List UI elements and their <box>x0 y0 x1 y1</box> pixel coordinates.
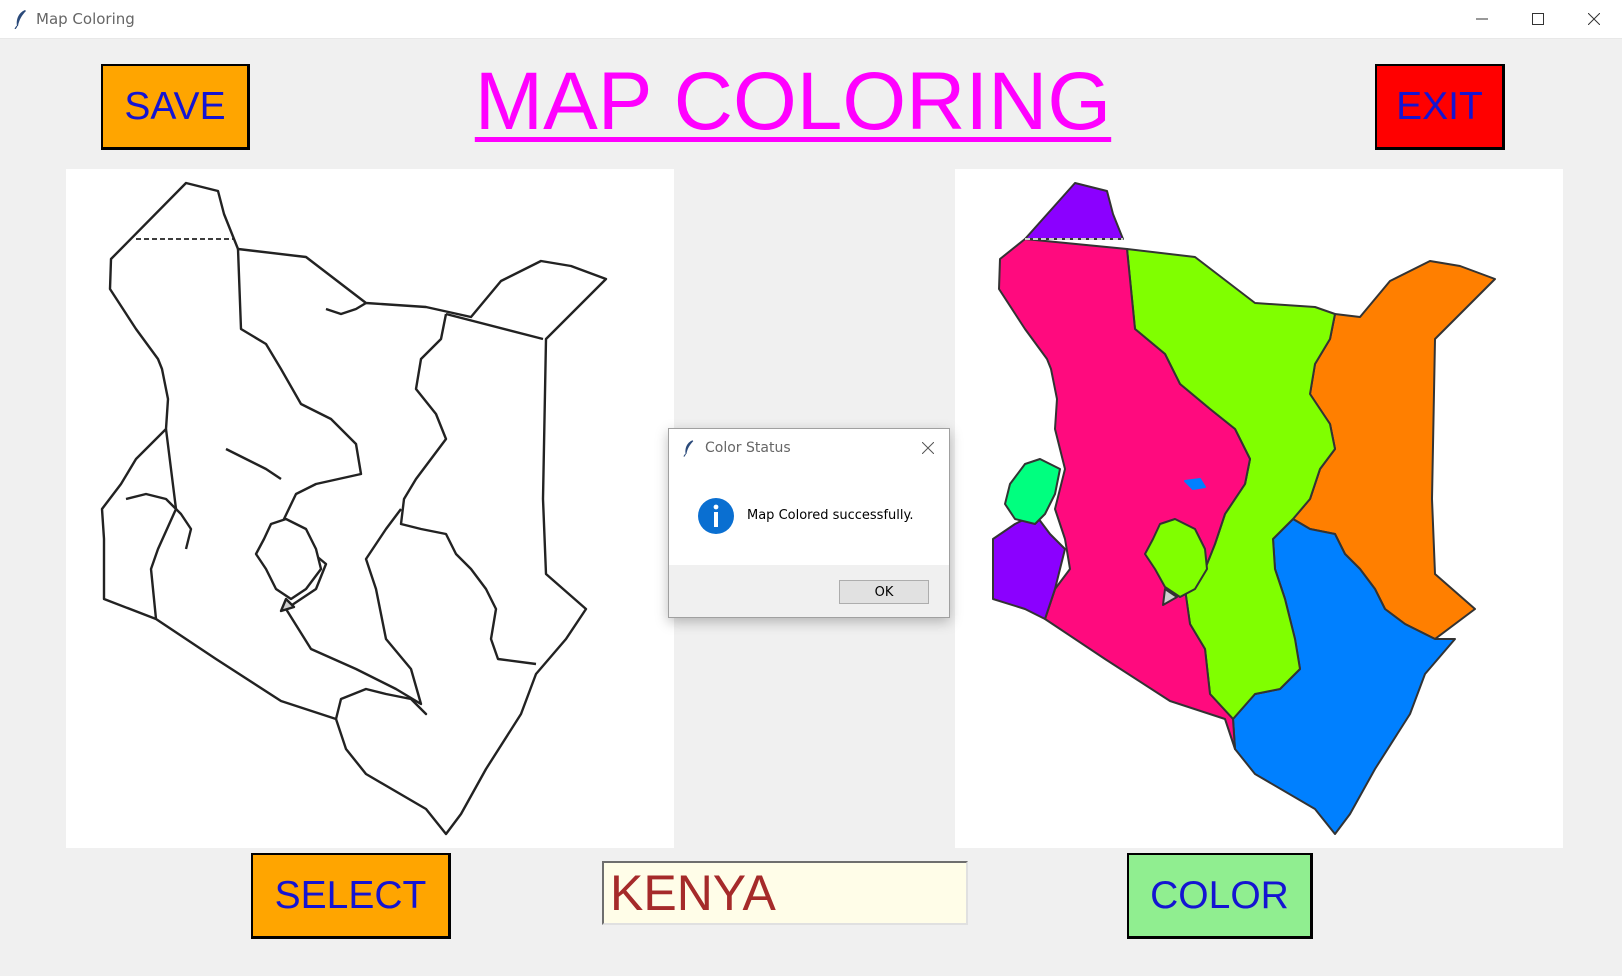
colored-map-panel <box>955 169 1563 848</box>
dialog-message: Map Colored successfully. <box>747 508 914 523</box>
minimize-button[interactable] <box>1454 0 1510 38</box>
kenya-outline-map <box>100 181 608 836</box>
maximize-button[interactable] <box>1510 0 1566 38</box>
title-bar: Map Coloring <box>0 0 1622 39</box>
dialog-title: Color Status <box>705 440 791 456</box>
info-icon <box>698 498 734 534</box>
close-icon <box>1588 13 1600 25</box>
page-title: MAP COLORING <box>474 56 1112 147</box>
dialog-close-button[interactable] <box>917 437 939 459</box>
select-button[interactable]: SELECT <box>251 853 451 939</box>
feather-icon <box>683 440 694 457</box>
close-button[interactable] <box>1566 0 1622 38</box>
color-status-dialog: Color Status Map Colored successfully. O… <box>668 428 950 618</box>
ok-button[interactable]: OK <box>839 580 929 604</box>
country-input[interactable] <box>602 861 968 925</box>
color-button[interactable]: COLOR <box>1127 853 1313 939</box>
exit-button[interactable]: EXIT <box>1375 64 1505 150</box>
window-title: Map Coloring <box>36 10 135 28</box>
save-button[interactable]: SAVE <box>101 64 250 150</box>
minimize-icon <box>1476 18 1488 20</box>
kenya-colored-map <box>992 182 1496 835</box>
maximize-icon <box>1532 13 1544 25</box>
close-icon <box>922 442 934 454</box>
original-map-panel <box>66 169 674 848</box>
feather-icon <box>14 10 26 29</box>
